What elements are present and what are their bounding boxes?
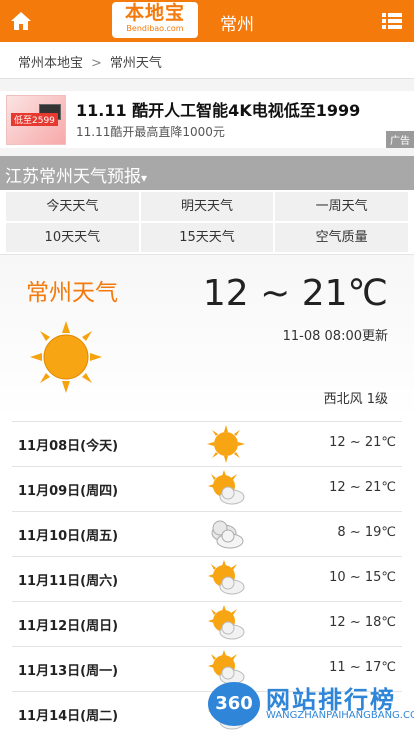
partly-cloudy-icon bbox=[208, 470, 245, 505]
ad-price: 低至2599 bbox=[11, 113, 58, 126]
tab-10-day[interactable]: 10天天气 bbox=[6, 223, 139, 252]
forecast-date: 11月10日(周五) bbox=[18, 529, 119, 544]
current-weather: 常州天气 12 ~ 21℃ 11-08 08:00更新 西北风 1级 bbox=[0, 254, 414, 421]
ad-title[interactable]: 11.11 酷开人工智能4K电视低至1999 bbox=[76, 97, 360, 121]
partly-cloudy-icon bbox=[208, 560, 245, 595]
sun-icon bbox=[207, 425, 245, 463]
forecast-date: 11月12日(周日) bbox=[18, 619, 119, 634]
partly-cloudy-icon bbox=[208, 605, 245, 640]
forecast-range: 12 ~ 21℃ bbox=[329, 480, 396, 495]
tab-today[interactable]: 今天天气 bbox=[6, 192, 139, 221]
forecast-row[interactable]: 11月10日(周五) 8 ~ 19℃ bbox=[12, 511, 402, 556]
watermark: 360 网站排行榜 WANGZHANPAIHANGBANG.COM bbox=[206, 680, 414, 734]
forecast-date: 11月09日(周四) bbox=[18, 484, 119, 499]
forecast-range: 11 ~ 17℃ bbox=[329, 660, 396, 675]
menu-icon[interactable] bbox=[382, 12, 402, 30]
tab-tomorrow[interactable]: 明天天气 bbox=[140, 192, 274, 221]
section-header[interactable]: 江苏常州天气预报▾ bbox=[0, 156, 414, 190]
forecast-row[interactable]: 11月08日(今天) 12 ~ 21℃ bbox=[12, 421, 402, 466]
watermark-url: WANGZHANPAIHANGBANG.COM bbox=[266, 710, 414, 721]
forecast-range: 12 ~ 18℃ bbox=[329, 615, 396, 630]
tab-week[interactable]: 一周天气 bbox=[275, 192, 408, 221]
forecast-row[interactable]: 11月12日(周日) 12 ~ 18℃ bbox=[12, 601, 402, 646]
home-icon[interactable] bbox=[10, 10, 32, 32]
forecast-date: 11月13日(周一) bbox=[18, 664, 119, 679]
cloudy-icon bbox=[211, 520, 244, 549]
forecast-range: 12 ~ 21℃ bbox=[329, 435, 396, 450]
breadcrumb-current[interactable]: 常州天气 bbox=[110, 56, 162, 71]
update-time: 11-08 08:00更新 bbox=[282, 329, 388, 344]
divider bbox=[0, 148, 414, 156]
city-name[interactable]: 常州 bbox=[220, 10, 254, 35]
forecast-range: 8 ~ 19℃ bbox=[337, 525, 396, 540]
site-logo[interactable]: 本地宝 Bendibao.com bbox=[112, 2, 198, 38]
ad-image[interactable]: 低至2599 bbox=[6, 95, 66, 145]
sun-icon bbox=[30, 321, 102, 393]
hero-temperature: 12 ~ 21℃ bbox=[202, 273, 388, 314]
tab-15-day[interactable]: 15天天气 bbox=[140, 223, 274, 252]
ad-label: 广告 bbox=[386, 131, 414, 148]
breadcrumb-home-link[interactable]: 常州本地宝 bbox=[18, 56, 83, 71]
hero-title: 常州天气 bbox=[26, 280, 118, 306]
breadcrumb-separator: > bbox=[91, 56, 102, 71]
divider bbox=[0, 79, 414, 91]
breadcrumb: 常州本地宝 > 常州天气 bbox=[0, 42, 414, 79]
section-title: 江苏常州天气预报 bbox=[5, 167, 141, 187]
watermark-badge: 360 bbox=[208, 682, 260, 726]
caret-down-icon: ▾ bbox=[141, 171, 148, 185]
forecast-date: 11月08日(今天) bbox=[18, 439, 119, 454]
ad-banner[interactable]: 低至2599 11.11 酷开人工智能4K电视低至1999 11.11酷开最高直… bbox=[0, 91, 414, 148]
top-bar: 本地宝 Bendibao.com 常州 bbox=[0, 0, 414, 42]
forecast-range: 10 ~ 15℃ bbox=[329, 570, 396, 585]
forecast-row[interactable]: 11月09日(周四) 12 ~ 21℃ bbox=[12, 466, 402, 511]
forecast-date: 11月14日(周二) bbox=[18, 709, 119, 724]
tab-air-quality[interactable]: 空气质量 bbox=[275, 223, 408, 252]
forecast-row[interactable]: 11月11日(周六) 10 ~ 15℃ bbox=[12, 556, 402, 601]
ad-subtitle: 11.11酷开最高直降1000元 bbox=[76, 125, 225, 139]
forecast-date: 11月11日(周六) bbox=[18, 574, 119, 589]
wind-info: 西北风 1级 bbox=[323, 392, 388, 407]
weather-tabs: 今天天气 明天天气 一周天气 10天天气 15天天气 空气质量 bbox=[0, 190, 414, 254]
